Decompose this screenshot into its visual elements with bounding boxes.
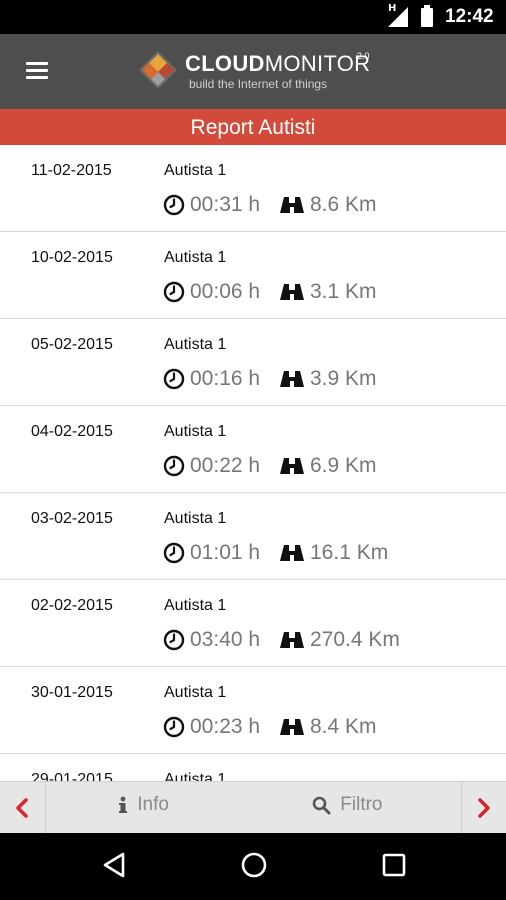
info-label: Info: [137, 794, 169, 815]
battery-icon: [421, 5, 433, 27]
report-date: 02-02-2015: [31, 597, 113, 614]
report-distance: 3.1 Km: [310, 280, 377, 303]
report-distance: 270.4 Km: [310, 628, 400, 651]
logo-brand-bold: CLOUD: [185, 51, 265, 76]
back-icon[interactable]: [101, 851, 127, 879]
report-row[interactable]: 02-02-2015 Autista 1 03:40 h 270.4 Km: [0, 580, 506, 667]
report-distance: 8.4 Km: [310, 715, 377, 738]
report-distance: 8.6 Km: [310, 193, 377, 216]
clock-icon: [163, 455, 185, 477]
chevron-right-icon: [478, 798, 490, 818]
report-list: 11-02-2015 Autista 1 00:31 h 8.6 Km 10-02-20…: [0, 145, 506, 781]
report-driver: Autista 1: [164, 684, 227, 701]
report-duration: 03:40 h: [190, 628, 261, 651]
clock-icon: [163, 629, 185, 651]
filter-label: Filtro: [340, 794, 383, 815]
binoculars-icon: [280, 284, 304, 300]
clock-icon: [163, 716, 185, 738]
info-icon: [119, 796, 127, 813]
report-date: 10-02-2015: [31, 249, 113, 266]
home-icon[interactable]: [240, 851, 268, 879]
report-distance: 6.9 Km: [310, 454, 377, 477]
report-row[interactable]: 11-02-2015 Autista 1 00:31 h 8.6 Km: [0, 145, 506, 232]
previous-button[interactable]: [0, 782, 46, 834]
report-duration: 00:22 h: [190, 454, 261, 477]
report-row[interactable]: 05-02-2015 Autista 1 00:16 h 3.9 Km: [0, 319, 506, 406]
app-bar: CLOUDMONITOR 2.0 build the Internet of t…: [0, 34, 506, 109]
cloudmonitor-logo-icon: [139, 51, 177, 89]
report-row[interactable]: 04-02-2015 Autista 1 00:22 h 6.9 Km: [0, 406, 506, 493]
report-distance: 16.1 Km: [310, 541, 389, 564]
report-date: 11-02-2015: [31, 162, 112, 179]
status-time: 12:42: [445, 6, 494, 27]
status-bar: H 12:42: [0, 0, 506, 34]
recent-apps-icon[interactable]: [381, 851, 407, 879]
binoculars-icon: [280, 197, 304, 213]
binoculars-icon: [280, 545, 304, 561]
binoculars-icon: [280, 458, 304, 474]
binoculars-icon: [280, 719, 304, 735]
clock-icon: [163, 194, 185, 216]
report-date: 05-02-2015: [31, 336, 113, 353]
report-duration: 00:06 h: [190, 280, 261, 303]
report-row[interactable]: 10-02-2015 Autista 1 00:06 h 3.1 Km: [0, 232, 506, 319]
logo-version: 2.0: [357, 51, 370, 61]
logo-brand-light: MONITOR: [264, 51, 371, 76]
bottom-toolbar: Info Filtro: [0, 781, 506, 834]
page-title: Report Autisti: [0, 109, 506, 145]
report-duration: 00:23 h: [190, 715, 261, 738]
report-distance: 3.9 Km: [310, 367, 377, 390]
report-date: 04-02-2015: [31, 423, 113, 440]
report-duration: 00:31 h: [190, 193, 261, 216]
report-driver: Autista 1: [164, 771, 227, 781]
report-driver: Autista 1: [164, 597, 227, 614]
binoculars-icon: [280, 371, 304, 387]
logo-title: CLOUDMONITOR: [185, 51, 370, 77]
report-duration: 01:01 h: [190, 541, 261, 564]
logo-tagline: build the Internet of things: [189, 77, 328, 91]
report-driver: Autista 1: [164, 249, 227, 266]
chevron-left-icon: [16, 798, 28, 818]
report-date: 29-01-2015: [31, 771, 113, 781]
report-date: 30-01-2015: [31, 684, 113, 701]
report-row[interactable]: 29-01-2015 Autista 1: [0, 754, 506, 781]
search-icon: [312, 796, 331, 814]
clock-icon: [163, 281, 185, 303]
report-driver: Autista 1: [164, 336, 227, 353]
signal-icon: [388, 7, 408, 27]
system-nav-bar: [0, 833, 506, 900]
hamburger-menu-icon[interactable]: [26, 62, 50, 80]
report-row[interactable]: 30-01-2015 Autista 1 00:23 h 8.4 Km: [0, 667, 506, 754]
report-row[interactable]: 03-02-2015 Autista 1 01:01 h 16.1 Km: [0, 493, 506, 580]
clock-icon: [163, 542, 185, 564]
info-button[interactable]: Info: [118, 794, 169, 822]
next-button[interactable]: [461, 782, 506, 834]
report-driver: Autista 1: [164, 510, 227, 527]
report-driver: Autista 1: [164, 162, 227, 179]
report-duration: 00:16 h: [190, 367, 261, 390]
filter-button[interactable]: Filtro: [312, 794, 383, 822]
binoculars-icon: [280, 632, 304, 648]
report-driver: Autista 1: [164, 423, 227, 440]
report-date: 03-02-2015: [31, 510, 113, 527]
clock-icon: [163, 368, 185, 390]
